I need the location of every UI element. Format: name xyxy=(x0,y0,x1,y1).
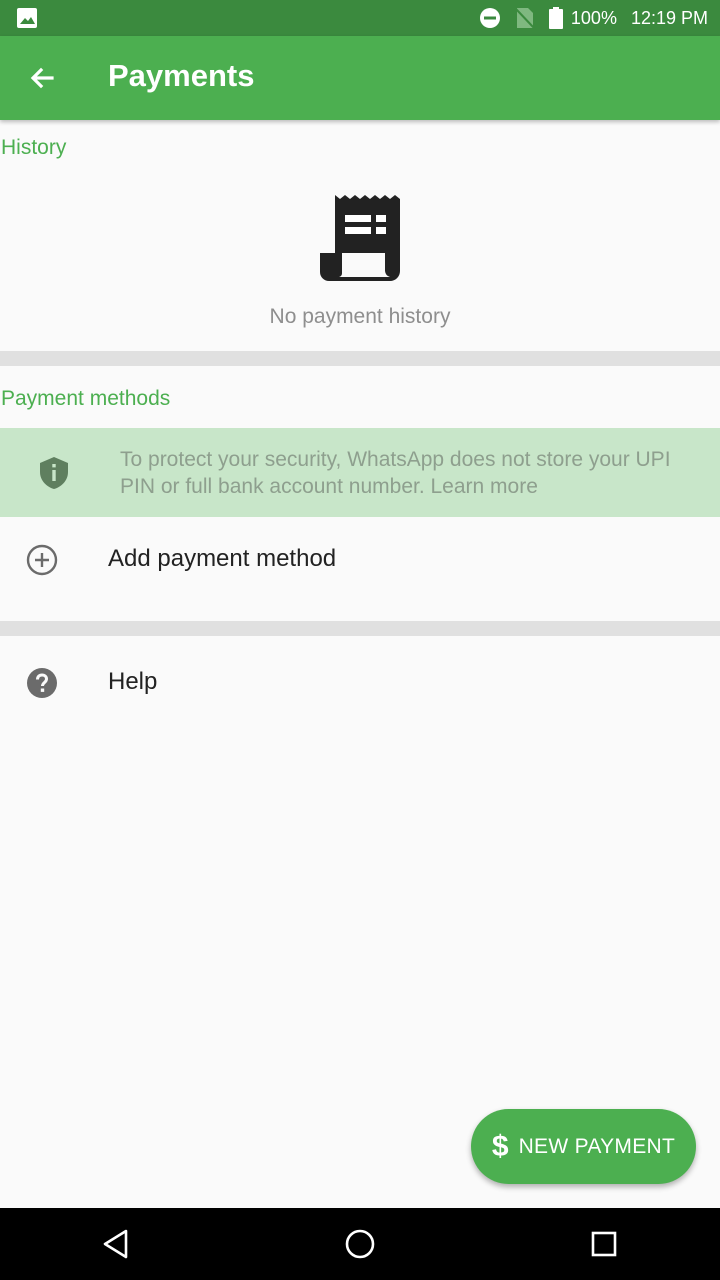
help-icon xyxy=(27,668,57,698)
payment-methods-section-label: Payment methods xyxy=(1,387,171,410)
security-notice-text: To protect your security, WhatsApp does … xyxy=(120,448,671,498)
gallery-icon xyxy=(17,8,37,28)
empty-history-text: No payment history xyxy=(269,305,451,328)
new-payment-label: NEW PAYMENT xyxy=(518,1134,676,1158)
battery-percentage: 100% xyxy=(570,7,617,28)
system-navigation-bar xyxy=(0,1208,720,1280)
dollar-icon: $ xyxy=(491,1129,509,1163)
battery-icon xyxy=(548,7,563,29)
page-title: Payments xyxy=(108,58,255,93)
help-row[interactable]: Help xyxy=(0,640,720,726)
status-bar: 100% 12:19 PM xyxy=(0,0,720,36)
add-circle-icon xyxy=(26,544,58,576)
do-not-disturb-icon xyxy=(479,8,500,28)
add-payment-method-row[interactable]: Add payment method xyxy=(0,517,720,603)
recents-square-icon[interactable] xyxy=(588,1228,620,1260)
shield-info-icon xyxy=(40,457,68,489)
history-section-label: History xyxy=(1,136,67,159)
new-payment-button[interactable]: $ NEW PAYMENT xyxy=(471,1109,696,1184)
arrow-back-icon[interactable] xyxy=(26,62,58,94)
add-payment-method-label: Add payment method xyxy=(108,545,337,572)
section-divider xyxy=(0,621,720,636)
security-notice-banner[interactable]: To protect your security, WhatsApp does … xyxy=(0,428,720,517)
back-triangle-icon[interactable] xyxy=(100,1228,132,1260)
home-circle-icon[interactable] xyxy=(344,1228,376,1260)
receipt-icon xyxy=(320,195,400,281)
help-label: Help xyxy=(108,668,158,695)
app-bar: Payments xyxy=(0,36,720,120)
clock: 12:19 PM xyxy=(630,7,708,28)
no-sim-icon xyxy=(515,8,535,29)
section-divider xyxy=(0,351,720,366)
